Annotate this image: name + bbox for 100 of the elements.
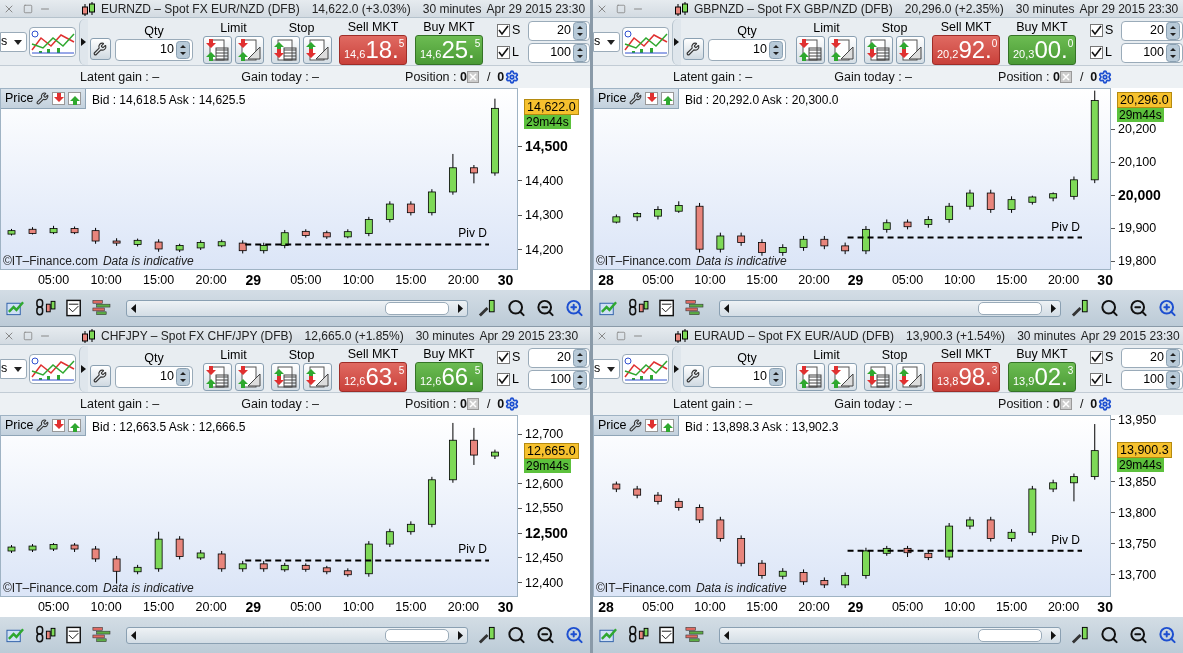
checkbox[interactable] xyxy=(497,351,510,364)
link-icon[interactable] xyxy=(628,625,649,645)
checkbox[interactable] xyxy=(497,373,510,386)
limit-order-button[interactable] xyxy=(235,362,264,391)
settings-button[interactable] xyxy=(90,37,111,60)
scrollbar-thumb[interactable] xyxy=(385,628,449,642)
quantity-field[interactable]: 10 xyxy=(708,365,786,388)
dropdown[interactable]: s xyxy=(593,358,620,379)
link-icon[interactable] xyxy=(35,298,56,318)
dropdown[interactable]: s xyxy=(0,358,27,379)
spinner-icon[interactable] xyxy=(769,40,783,59)
bars-icon[interactable] xyxy=(91,626,112,644)
spinner-icon[interactable] xyxy=(1166,21,1180,40)
expand-arrow-icon[interactable] xyxy=(673,364,680,373)
number-field[interactable]: 100 xyxy=(528,42,590,63)
gear-icon[interactable] xyxy=(505,397,520,411)
number-field[interactable]: 100 xyxy=(528,369,590,390)
limit-order-button[interactable] xyxy=(203,362,232,391)
zoom-fit-icon[interactable] xyxy=(1100,298,1119,318)
zoom-in-icon[interactable] xyxy=(565,625,584,645)
zoom-fit-icon[interactable] xyxy=(507,625,526,645)
dropdown[interactable]: s xyxy=(593,31,620,52)
chart-style-button[interactable] xyxy=(621,353,670,384)
zoom-in-icon[interactable] xyxy=(1158,625,1177,645)
number-field[interactable]: 20 xyxy=(528,20,590,41)
stop-order-button[interactable] xyxy=(303,362,332,391)
zoom-in-icon[interactable] xyxy=(565,298,584,318)
spinner-icon[interactable] xyxy=(573,348,587,367)
bars-icon[interactable] xyxy=(91,299,112,317)
spinner-icon[interactable] xyxy=(176,40,190,59)
limit-order-button[interactable] xyxy=(235,35,264,64)
zoom-fit-icon[interactable] xyxy=(507,298,526,318)
quantity-field[interactable]: 10 xyxy=(115,38,193,61)
checkbox[interactable] xyxy=(1090,351,1103,364)
scrollbar-thumb[interactable] xyxy=(978,628,1042,642)
number-field[interactable]: 100 xyxy=(1121,369,1183,390)
expand-arrow-icon[interactable] xyxy=(673,37,680,46)
checkbox[interactable] xyxy=(497,46,510,59)
gear-icon[interactable] xyxy=(505,70,520,84)
link-icon[interactable] xyxy=(35,625,56,645)
stop-order-button[interactable] xyxy=(896,35,925,64)
spinner-icon[interactable] xyxy=(1166,43,1180,62)
down-arrow-icon[interactable] xyxy=(645,419,659,432)
chart-style-button[interactable] xyxy=(621,26,670,57)
number-field[interactable]: 100 xyxy=(1121,42,1183,63)
stop-order-button[interactable] xyxy=(271,35,300,64)
horizontal-scrollbar[interactable] xyxy=(126,626,468,644)
checkbox[interactable] xyxy=(1090,24,1103,37)
down-arrow-icon[interactable] xyxy=(52,92,66,105)
down-arrow-icon[interactable] xyxy=(645,92,659,105)
checkbox[interactable] xyxy=(1090,373,1103,386)
gear-icon[interactable] xyxy=(1098,397,1113,411)
spinner-icon[interactable] xyxy=(573,370,587,389)
spinner-icon[interactable] xyxy=(573,21,587,40)
checkbox[interactable] xyxy=(497,24,510,37)
number-field[interactable]: 20 xyxy=(528,347,590,368)
chart-style-button[interactable] xyxy=(28,26,77,57)
spinner-icon[interactable] xyxy=(769,367,783,386)
expand-arrow-icon[interactable] xyxy=(80,364,87,373)
zoom-fit-icon[interactable] xyxy=(1100,625,1119,645)
number-field[interactable]: 20 xyxy=(1121,20,1183,41)
stop-order-button[interactable] xyxy=(864,35,893,64)
link-icon[interactable] xyxy=(628,298,649,318)
spinner-icon[interactable] xyxy=(1166,348,1180,367)
stop-order-button[interactable] xyxy=(896,362,925,391)
limit-order-button[interactable] xyxy=(828,362,857,391)
expand-arrow-icon[interactable] xyxy=(80,37,87,46)
gear-icon[interactable] xyxy=(1098,70,1113,84)
limit-order-button[interactable] xyxy=(796,362,825,391)
number-field[interactable]: 20 xyxy=(1121,347,1183,368)
zoom-out-icon[interactable] xyxy=(1129,625,1148,645)
report-icon[interactable] xyxy=(658,626,675,644)
checkbox[interactable] xyxy=(1090,46,1103,59)
limit-order-button[interactable] xyxy=(203,35,232,64)
report-icon[interactable] xyxy=(65,299,82,317)
wrench-icon[interactable] xyxy=(36,419,50,432)
settings-button[interactable] xyxy=(683,37,704,60)
stop-order-button[interactable] xyxy=(303,35,332,64)
chart-style-button[interactable] xyxy=(28,353,77,384)
report-icon[interactable] xyxy=(658,299,675,317)
zoom-out-icon[interactable] xyxy=(536,625,555,645)
scrollbar-thumb[interactable] xyxy=(385,301,449,315)
spinner-icon[interactable] xyxy=(1166,370,1180,389)
settings-button[interactable] xyxy=(90,364,111,387)
scrollbar-thumb[interactable] xyxy=(978,301,1042,315)
dropdown[interactable]: s xyxy=(0,31,27,52)
down-arrow-icon[interactable] xyxy=(52,419,66,432)
wrench-icon[interactable] xyxy=(629,419,643,432)
zoom-out-icon[interactable] xyxy=(536,298,555,318)
quantity-field[interactable]: 10 xyxy=(708,38,786,61)
stop-order-button[interactable] xyxy=(271,362,300,391)
horizontal-scrollbar[interactable] xyxy=(126,299,468,317)
quantity-field[interactable]: 10 xyxy=(115,365,193,388)
horizontal-scrollbar[interactable] xyxy=(719,626,1061,644)
spinner-icon[interactable] xyxy=(176,367,190,386)
settings-button[interactable] xyxy=(683,364,704,387)
limit-order-button[interactable] xyxy=(796,35,825,64)
spinner-icon[interactable] xyxy=(573,43,587,62)
zoom-in-icon[interactable] xyxy=(1158,298,1177,318)
horizontal-scrollbar[interactable] xyxy=(719,299,1061,317)
